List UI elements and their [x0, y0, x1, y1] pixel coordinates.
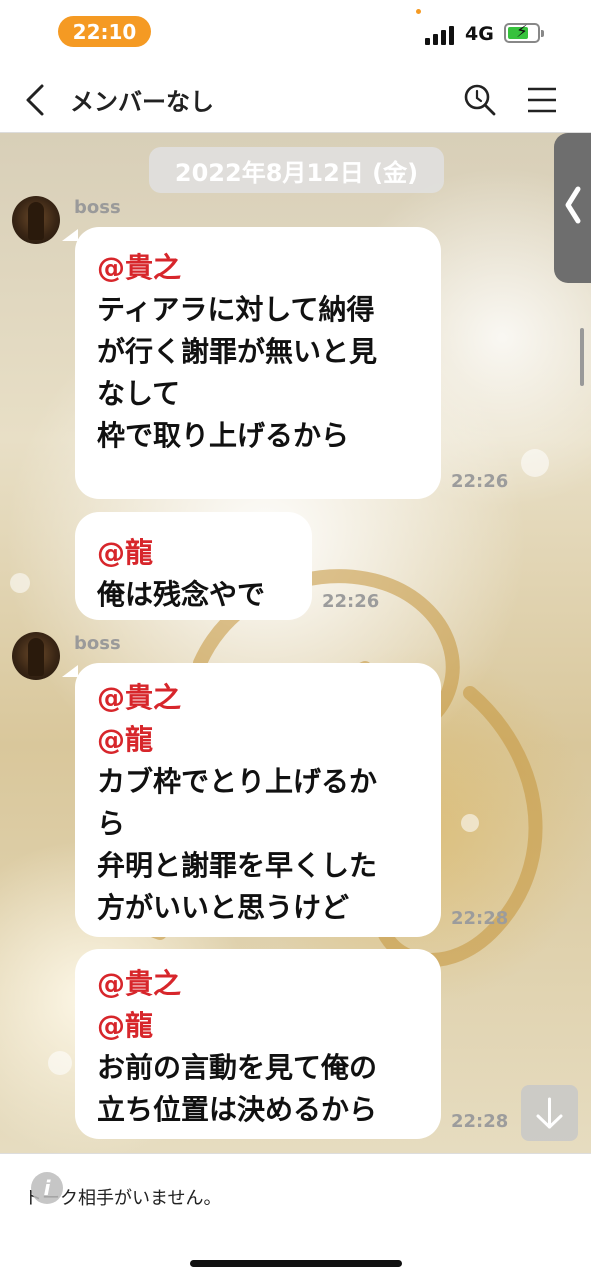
- sender-name: boss: [74, 197, 121, 218]
- mention[interactable]: @貴之: [97, 677, 419, 719]
- chat-area[interactable]: 2022年8月12日 (金) boss @貴之 ティアラに対して納得 が行く謝罪…: [0, 133, 591, 1153]
- message-bubble[interactable]: @貴之 @龍 カブ枠でとり上げるか ら 弁明と謝罪を早くした 方がいいと思うけど: [75, 663, 441, 937]
- chat-header: メンバーなし: [0, 64, 591, 133]
- message-bubble[interactable]: @貴之 ティアラに対して納得 が行く謝罪が無いと見 なして 枠で取り上げるから: [75, 227, 441, 499]
- battery-icon: ⚡: [504, 22, 544, 43]
- search-icon: [464, 84, 496, 116]
- chevron-left-icon: [565, 186, 581, 224]
- bubble-tail: [62, 665, 78, 677]
- chevron-left-icon: [26, 84, 44, 116]
- network-type: 4G: [465, 23, 494, 45]
- scrollbar[interactable]: [580, 328, 584, 386]
- hamburger-menu-icon: [528, 87, 556, 113]
- mention[interactable]: @貴之: [97, 247, 419, 289]
- message-bubble[interactable]: @龍 俺は残念やで: [75, 512, 312, 620]
- home-indicator[interactable]: [190, 1260, 402, 1267]
- sender-name: boss: [74, 633, 121, 654]
- date-separator: 2022年8月12日 (金): [149, 147, 444, 193]
- side-panel-toggle[interactable]: [554, 133, 591, 283]
- privacy-indicator-dot: [416, 9, 421, 14]
- chat-footer: トーク相手がいません。 i: [0, 1153, 591, 1281]
- scroll-to-bottom-button[interactable]: [521, 1085, 578, 1141]
- message-time: 22:28: [451, 1111, 509, 1132]
- menu-button[interactable]: [526, 84, 558, 116]
- status-bar: 22:10 4G ⚡: [0, 0, 591, 64]
- avatar[interactable]: [12, 196, 60, 244]
- search-button[interactable]: [462, 82, 498, 118]
- message-time: 22:26: [322, 591, 380, 612]
- status-time: 22:10: [58, 16, 151, 47]
- info-icon[interactable]: i: [31, 1172, 63, 1204]
- back-button[interactable]: [22, 82, 52, 118]
- bubble-tail: [62, 229, 78, 241]
- message-time: 22:28: [451, 908, 509, 929]
- mention[interactable]: @龍: [97, 532, 290, 574]
- mention[interactable]: @龍: [97, 1005, 419, 1047]
- mention[interactable]: @龍: [97, 719, 419, 761]
- avatar[interactable]: [12, 632, 60, 680]
- message-text: 俺は残念やで: [97, 578, 266, 611]
- arrow-down-icon: [536, 1097, 563, 1129]
- message-text: ティアラに対して納得 が行く謝罪が無いと見 なして 枠で取り上げるから: [97, 293, 378, 452]
- message-text: お前の言動を見て俺の 立ち位置は決めるから: [97, 1051, 378, 1126]
- signal-icon: [425, 25, 457, 45]
- chat-title: メンバーなし: [70, 88, 214, 116]
- mention[interactable]: @貴之: [97, 963, 419, 1005]
- message-text: カブ枠でとり上げるか ら 弁明と謝罪を早くした 方がいいと思うけど: [97, 765, 378, 924]
- message-bubble[interactable]: @貴之 @龍 お前の言動を見て俺の 立ち位置は決めるから: [75, 949, 441, 1139]
- message-time: 22:26: [451, 471, 509, 492]
